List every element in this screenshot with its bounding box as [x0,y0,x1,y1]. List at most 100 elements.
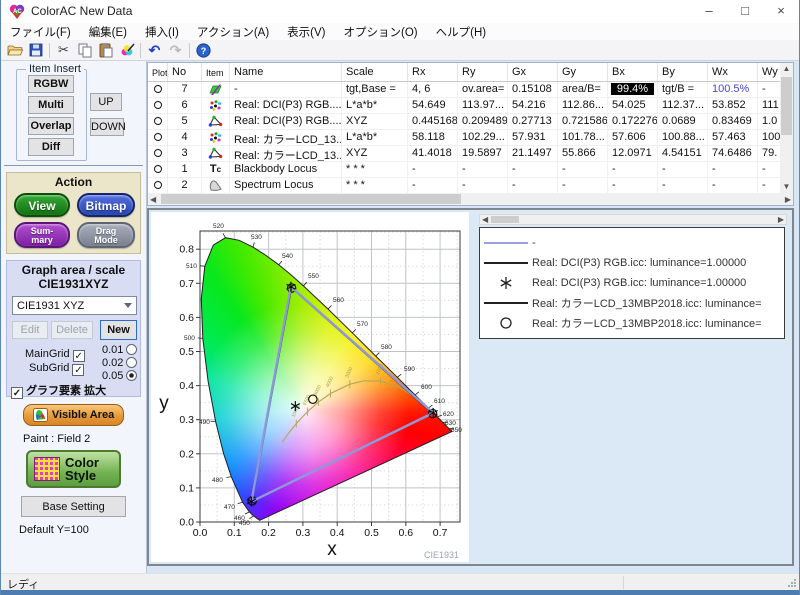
open-icon[interactable] [4,41,25,59]
legend-scroll-left-icon[interactable]: ◀ [482,214,488,225]
cell: - [758,178,780,193]
table-row[interactable]: 7-tgt,Base =4, 6ov.area=0.15108area/B=99… [148,82,780,98]
table-row[interactable]: 4Real: カラーLCD_13...L*a*b*58.118102.29...… [148,130,780,146]
color-style-label-2: Style [65,468,96,483]
table-vscroll-thumb[interactable] [781,77,792,135]
menu-item-2[interactable]: 挿入(I) [136,23,188,41]
svg-text:550: 550 [308,273,319,280]
graph-panel-subtitle: CIE1931XYZ [7,277,140,291]
column-header-no: No [168,63,202,81]
color-style-button[interactable]: ColorStyle [26,450,121,488]
cell: tgt/B = [658,82,708,97]
maingrid-check-icon[interactable]: ✓ [73,350,85,362]
plot-toggle[interactable] [148,162,168,177]
up-button[interactable]: UP [90,93,122,111]
delete-button: Delete [51,321,93,339]
menu-item-0[interactable]: ファイル(F) [1,23,80,41]
table-row[interactable]: 5Real: DCI(P3) RGB....XYZ0.4451680.20948… [148,114,780,130]
title-bar[interactable]: AC ColorAC New Data – □ × [1,0,799,23]
cell: - [608,178,658,193]
minimize-button[interactable]: – [691,0,727,23]
plot-toggle[interactable] [148,114,168,129]
table-viewport[interactable]: PlotNoItemNameScaleRxRyGxGyBxByWxWy7-tgt… [148,63,780,194]
cell: 0.209489 [458,114,508,129]
plot-toggle[interactable] [148,146,168,161]
legend-scroll-right-icon[interactable]: ▶ [778,214,784,225]
legend-entry: Real: DCI(P3) RGB.icc: luminance=1.00000 [480,273,784,293]
undo-icon[interactable]: ↶ [144,41,165,59]
cell: 101.78... [558,130,608,145]
window-border [1,590,799,595]
plot-toggle[interactable] [148,178,168,193]
radio-001[interactable]: 0.01 [102,344,137,356]
menu-item-5[interactable]: オプション(O) [335,23,427,41]
maingrid-checkbox[interactable]: MainGrid ✓ [25,348,85,362]
view-button[interactable]: View [14,193,70,217]
spectrum-icon [202,178,230,193]
graph-zoom-check-icon[interactable]: ✓ [11,387,23,399]
table-row[interactable]: 2Spectrum Locus* * *-------- [148,178,780,194]
cell: 54.649 [408,98,458,113]
subgrid-check-icon[interactable]: ✓ [72,364,84,376]
subgrid-checkbox[interactable]: SubGrid ✓ [29,362,84,376]
legend-scroll-thumb[interactable] [491,216,519,223]
overlap-button[interactable]: Overlap [28,117,74,135]
svg-text:0.0: 0.0 [179,517,194,529]
svg-text:0.6: 0.6 [398,527,413,539]
down-button[interactable]: DOWN [90,118,124,136]
diff-button[interactable]: Diff [28,138,74,156]
radio-002[interactable]: 0.02 [102,357,137,369]
close-button[interactable]: × [763,0,799,23]
scroll-down-icon[interactable]: ▼ [780,181,793,193]
graph-zoom-checkbox[interactable]: ✓ グラフ要素 拡大 [11,382,106,399]
table-vscrollbar[interactable]: ▲ ▼ [780,63,793,193]
bitmap-button[interactable]: Bitmap [77,193,135,217]
legend-scrollbar[interactable]: ◀ ▶ [479,214,787,225]
cell: ov.area= [458,82,508,97]
visible-area-button[interactable]: Visible Area [23,404,124,426]
table-hscrollbar[interactable]: ◀ ▶ [148,193,793,205]
column-header-rx: Rx [408,63,458,81]
scroll-right-icon[interactable]: ▶ [785,194,791,205]
summary-button[interactable]: Sum- mary [14,222,70,248]
menu-item-3[interactable]: アクション(A) [188,23,278,41]
scroll-left-icon[interactable]: ◀ [150,194,156,205]
help-icon[interactable]: ? [193,41,214,59]
drag-mode-button[interactable]: Drag Mode [77,222,135,248]
table-row[interactable]: 3Real: カラーLCD_13...XYZ41.401819.589721.1… [148,146,780,162]
radio-002-icon[interactable] [126,357,137,368]
plot-toggle[interactable] [148,82,168,97]
new-button[interactable]: New [100,320,137,340]
menu-item-6[interactable]: ヘルプ(H) [427,23,495,41]
svg-text:0.3: 0.3 [296,527,311,539]
table-hscroll-thumb[interactable] [161,194,461,204]
table-row[interactable]: 1TcBlackbody Locus* * *-------- [148,162,780,178]
copy-icon[interactable] [74,41,95,59]
data-table: PlotNoItemNameScaleRxRyGxGyBxByWxWy7-tgt… [147,62,794,206]
save-icon[interactable] [25,41,46,59]
svg-text:0.1: 0.1 [227,527,242,539]
rgbw-button[interactable]: RGBW [28,75,74,93]
cut-icon[interactable]: ✂ [53,41,74,59]
chromaticity-chart[interactable]: 0.00.10.20.30.40.50.60.70.00.10.20.30.40… [151,212,469,562]
paste-icon[interactable] [95,41,116,59]
radio-001-icon[interactable] [126,344,137,355]
resize-grip[interactable] [788,579,796,587]
scroll-up-icon[interactable]: ▲ [780,63,793,75]
svg-text:620: 620 [443,411,454,418]
graph-area-select[interactable]: CIE1931 XYZ [12,296,137,315]
plot-toggle[interactable] [148,98,168,113]
radio-005[interactable]: 0.05 [102,370,137,382]
color-settings-icon[interactable] [116,41,137,59]
menu-item-4[interactable]: 表示(V) [278,23,334,41]
menu-item-1[interactable]: 編集(E) [80,23,136,41]
column-header-name: Name [230,63,342,81]
plot-toggle[interactable] [148,130,168,145]
multi-button[interactable]: Multi [28,96,74,114]
table-row[interactable]: 6Real: DCI(P3) RGB....L*a*b*54.649113.97… [148,98,780,114]
maximize-button[interactable]: □ [727,0,763,23]
base-setting-button[interactable]: Base Setting [21,496,126,517]
radio-005-icon[interactable] [126,370,137,381]
item-name: Blackbody Locus [230,162,342,177]
svg-text:?: ? [201,46,207,56]
